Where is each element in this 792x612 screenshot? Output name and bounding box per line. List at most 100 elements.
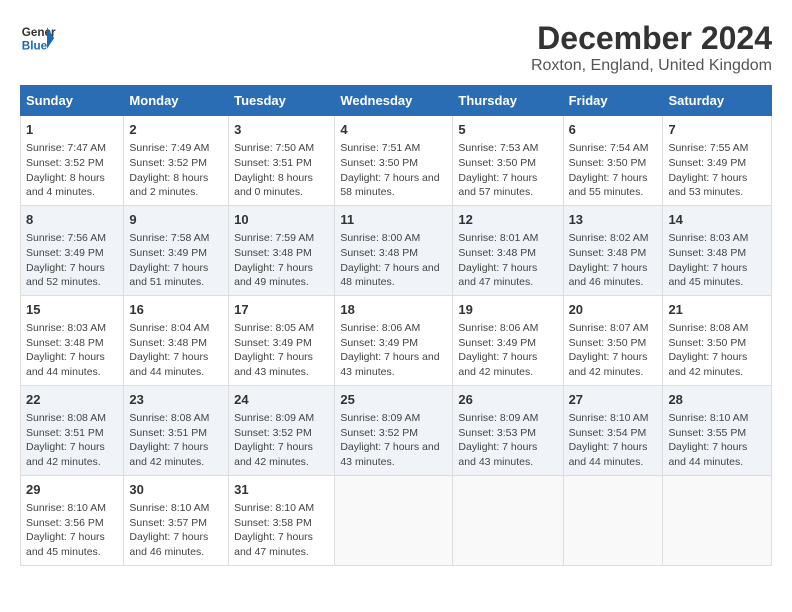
day-info: Sunrise: 8:06 AMSunset: 3:49 PMDaylight:…: [458, 321, 557, 380]
calendar-cell: 22Sunrise: 8:08 AMSunset: 3:51 PMDayligh…: [21, 385, 124, 475]
calendar-week-row: 15Sunrise: 8:03 AMSunset: 3:48 PMDayligh…: [21, 295, 772, 385]
day-number: 8: [26, 211, 118, 229]
day-number: 6: [569, 121, 658, 139]
calendar-cell: 16 Sunrise: 8:04 AMSunset: 3:48 PMDayligh…: [124, 295, 229, 385]
day-info: Sunrise: 8:06 AMSunset: 3:49 PMDaylight:…: [340, 321, 447, 380]
day-number: 31: [234, 481, 329, 499]
day-info: Sunrise: 8:10 AMSunset: 3:58 PMDaylight:…: [234, 501, 329, 560]
calendar-cell: 11 Sunrise: 8:00 AMSunset: 3:48 PMDayligh…: [335, 205, 453, 295]
calendar-cell: 5Sunrise: 7:53 AMSunset: 3:50 PMDaylight…: [453, 116, 563, 206]
day-number: 17: [234, 301, 329, 319]
day-number: 3: [234, 121, 329, 139]
day-number: 20: [569, 301, 658, 319]
calendar-cell: 3Sunrise: 7:50 AMSunset: 3:51 PMDaylight…: [229, 116, 335, 206]
day-number: 26: [458, 391, 557, 409]
day-number: 10: [234, 211, 329, 229]
day-number: 13: [569, 211, 658, 229]
day-info: Sunrise: 8:10 AMSunset: 3:56 PMDaylight:…: [26, 501, 118, 560]
day-info: Sunrise: 7:54 AMSunset: 3:50 PMDaylight:…: [569, 141, 658, 200]
column-header-friday: Friday: [563, 86, 663, 116]
day-info: Sunrise: 8:08 AMSunset: 3:51 PMDaylight:…: [26, 411, 118, 470]
svg-text:Blue: Blue: [22, 40, 48, 53]
day-number: 30: [129, 481, 223, 499]
day-number: 5: [458, 121, 557, 139]
day-info: Sunrise: 8:10 AMSunset: 3:54 PMDaylight:…: [569, 411, 658, 470]
calendar-cell: 10 Sunrise: 7:59 AMSunset: 3:48 PMDayligh…: [229, 205, 335, 295]
day-info: Sunrise: 8:05 AMSunset: 3:49 PMDaylight:…: [234, 321, 329, 380]
calendar-cell: 27 Sunrise: 8:10 AMSunset: 3:54 PMDayligh…: [563, 385, 663, 475]
calendar-cell: 29 Sunrise: 8:10 AMSunset: 3:56 PMDayligh…: [21, 475, 124, 565]
day-number: 16: [129, 301, 223, 319]
location-title: Roxton, England, United Kingdom: [531, 57, 772, 75]
calendar-table: SundayMondayTuesdayWednesdayThursdayFrid…: [20, 85, 772, 566]
day-info: Sunrise: 7:51 AMSunset: 3:50 PMDaylight:…: [340, 141, 447, 200]
day-info: Sunrise: 8:10 AMSunset: 3:57 PMDaylight:…: [129, 501, 223, 560]
title-block: December 2024 Roxton, England, United Ki…: [531, 20, 772, 75]
day-number: 18: [340, 301, 447, 319]
calendar-cell: 8 Sunrise: 7:56 AMSunset: 3:49 PMDaylight…: [21, 205, 124, 295]
calendar-cell: 19 Sunrise: 8:06 AMSunset: 3:49 PMDayligh…: [453, 295, 563, 385]
month-title: December 2024: [531, 20, 772, 57]
calendar-week-row: 1 Sunrise: 7:47 AMSunset: 3:52 PMDaylight…: [21, 116, 772, 206]
header-section: General Blue December 2024 Roxton, Engla…: [20, 20, 772, 75]
calendar-cell: 20Sunrise: 8:07 AMSunset: 3:50 PMDayligh…: [563, 295, 663, 385]
day-info: Sunrise: 8:03 AMSunset: 3:48 PMDaylight:…: [26, 321, 118, 380]
day-number: 14: [668, 211, 766, 229]
calendar-cell: [335, 475, 453, 565]
calendar-cell: [563, 475, 663, 565]
calendar-cell: 7Sunrise: 7:55 AMSunset: 3:49 PMDaylight…: [663, 116, 772, 206]
day-number: 1: [26, 121, 118, 139]
calendar-cell: 1 Sunrise: 7:47 AMSunset: 3:52 PMDaylight…: [21, 116, 124, 206]
day-info: Sunrise: 8:08 AMSunset: 3:50 PMDaylight:…: [668, 321, 766, 380]
column-header-wednesday: Wednesday: [335, 86, 453, 116]
calendar-week-row: 29 Sunrise: 8:10 AMSunset: 3:56 PMDayligh…: [21, 475, 772, 565]
day-number: 27: [569, 391, 658, 409]
day-info: Sunrise: 8:09 AMSunset: 3:52 PMDaylight:…: [234, 411, 329, 470]
column-header-monday: Monday: [124, 86, 229, 116]
calendar-week-row: 22Sunrise: 8:08 AMSunset: 3:51 PMDayligh…: [21, 385, 772, 475]
day-number: 29: [26, 481, 118, 499]
logo: General Blue: [20, 20, 56, 56]
calendar-cell: 4Sunrise: 7:51 AMSunset: 3:50 PMDaylight…: [335, 116, 453, 206]
day-info: Sunrise: 8:00 AMSunset: 3:48 PMDaylight:…: [340, 231, 447, 290]
day-number: 23: [129, 391, 223, 409]
column-header-tuesday: Tuesday: [229, 86, 335, 116]
calendar-cell: 6 Sunrise: 7:54 AMSunset: 3:50 PMDaylight…: [563, 116, 663, 206]
day-info: Sunrise: 7:58 AMSunset: 3:49 PMDaylight:…: [129, 231, 223, 290]
column-header-thursday: Thursday: [453, 86, 563, 116]
day-number: 28: [668, 391, 766, 409]
calendar-cell: 25 Sunrise: 8:09 AMSunset: 3:52 PMDayligh…: [335, 385, 453, 475]
day-number: 21: [668, 301, 766, 319]
calendar-cell: 31 Sunrise: 8:10 AMSunset: 3:58 PMDayligh…: [229, 475, 335, 565]
day-info: Sunrise: 7:56 AMSunset: 3:49 PMDaylight:…: [26, 231, 118, 290]
day-number: 24: [234, 391, 329, 409]
day-info: Sunrise: 8:04 AMSunset: 3:48 PMDaylight:…: [129, 321, 223, 380]
calendar-cell: 21 Sunrise: 8:08 AMSunset: 3:50 PMDayligh…: [663, 295, 772, 385]
calendar-cell: 2Sunrise: 7:49 AMSunset: 3:52 PMDaylight…: [124, 116, 229, 206]
day-info: Sunrise: 7:47 AMSunset: 3:52 PMDaylight:…: [26, 141, 118, 200]
calendar-week-row: 8 Sunrise: 7:56 AMSunset: 3:49 PMDaylight…: [21, 205, 772, 295]
calendar-cell: 17 Sunrise: 8:05 AMSunset: 3:49 PMDayligh…: [229, 295, 335, 385]
calendar-cell: 18 Sunrise: 8:06 AMSunset: 3:49 PMDayligh…: [335, 295, 453, 385]
column-header-sunday: Sunday: [21, 86, 124, 116]
calendar-cell: 14 Sunrise: 8:03 AMSunset: 3:48 PMDayligh…: [663, 205, 772, 295]
day-number: 2: [129, 121, 223, 139]
calendar-cell: 12Sunrise: 8:01 AMSunset: 3:48 PMDayligh…: [453, 205, 563, 295]
calendar-cell: 23 Sunrise: 8:08 AMSunset: 3:51 PMDayligh…: [124, 385, 229, 475]
day-info: Sunrise: 8:01 AMSunset: 3:48 PMDaylight:…: [458, 231, 557, 290]
day-info: Sunrise: 8:02 AMSunset: 3:48 PMDaylight:…: [569, 231, 658, 290]
day-number: 11: [340, 211, 447, 229]
calendar-cell: 26 Sunrise: 8:09 AMSunset: 3:53 PMDayligh…: [453, 385, 563, 475]
column-header-saturday: Saturday: [663, 86, 772, 116]
calendar-cell: 30 Sunrise: 8:10 AMSunset: 3:57 PMDayligh…: [124, 475, 229, 565]
day-info: Sunrise: 8:03 AMSunset: 3:48 PMDaylight:…: [668, 231, 766, 290]
calendar-header-row: SundayMondayTuesdayWednesdayThursdayFrid…: [21, 86, 772, 116]
day-info: Sunrise: 8:09 AMSunset: 3:52 PMDaylight:…: [340, 411, 447, 470]
day-info: Sunrise: 7:59 AMSunset: 3:48 PMDaylight:…: [234, 231, 329, 290]
day-info: Sunrise: 8:08 AMSunset: 3:51 PMDaylight:…: [129, 411, 223, 470]
day-number: 19: [458, 301, 557, 319]
calendar-cell: 24 Sunrise: 8:09 AMSunset: 3:52 PMDayligh…: [229, 385, 335, 475]
day-number: 25: [340, 391, 447, 409]
day-info: Sunrise: 8:09 AMSunset: 3:53 PMDaylight:…: [458, 411, 557, 470]
day-number: 9: [129, 211, 223, 229]
